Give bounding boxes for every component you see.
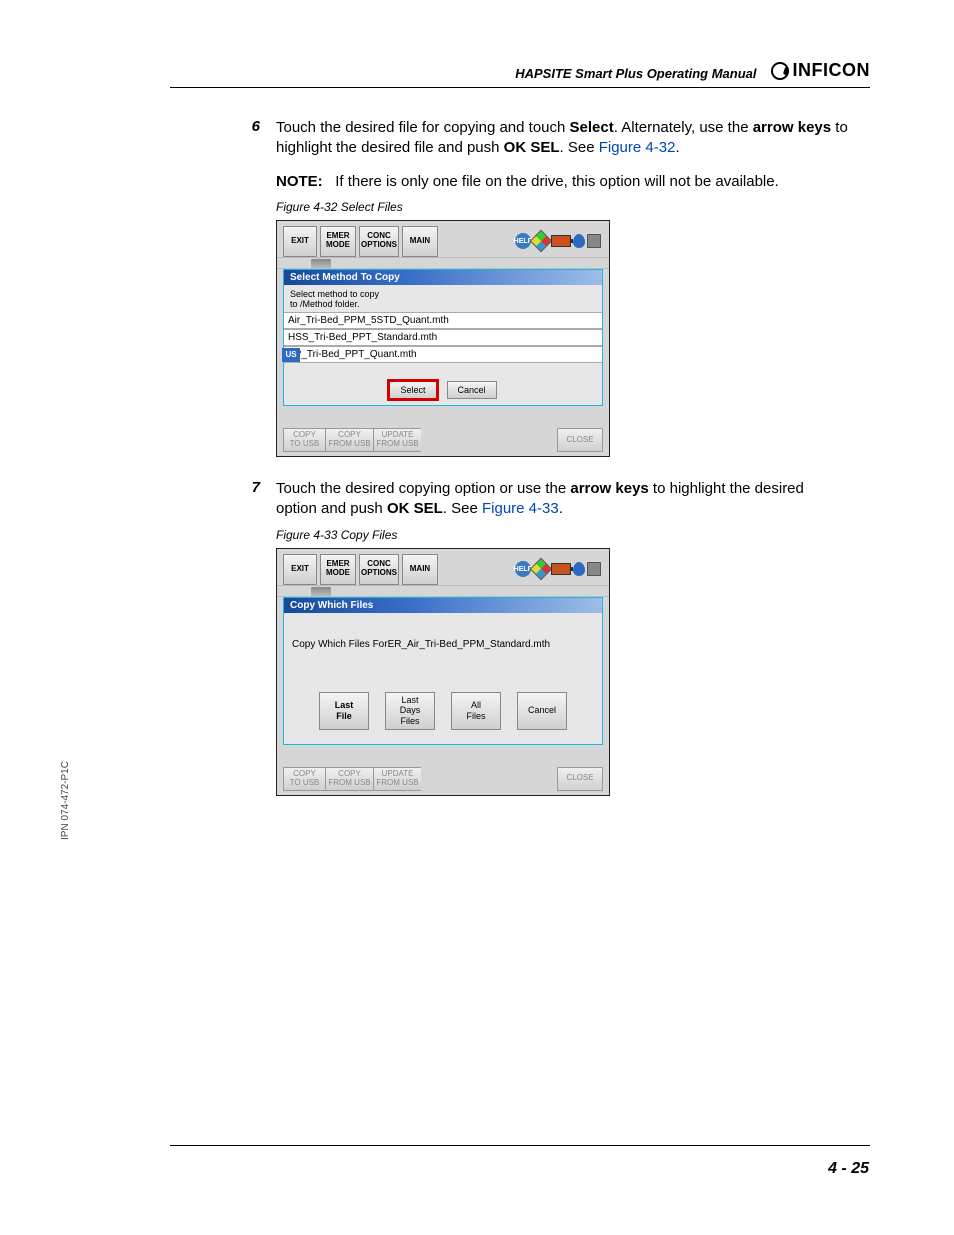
bold: arrow keys	[753, 119, 831, 136]
status-icons: HELP	[441, 554, 603, 585]
cancel-button[interactable]: Cancel	[447, 381, 497, 399]
copy-to-usb-button[interactable]: COPY TO USB	[283, 428, 325, 452]
close-button[interactable]: CLOSE	[557, 767, 603, 791]
text: . See	[443, 500, 482, 517]
figure-4-32-caption: Figure 4-32 Select Files	[276, 200, 848, 214]
file-row[interactable]: HSS_Tri-Bed_PPT_Standard.mth	[284, 329, 602, 346]
all-files-button[interactable]: All Files	[451, 692, 501, 730]
text: .	[559, 500, 563, 517]
bold: OK SEL	[387, 500, 443, 517]
text: Select method to copy	[290, 289, 379, 299]
note-text: If there is only one file on the drive, …	[335, 173, 779, 190]
hazard-diamond-icon	[530, 230, 553, 253]
footer-rule	[170, 1145, 870, 1146]
note-block: NOTE: If there is only one file on the d…	[276, 173, 848, 190]
figure-link-4-33[interactable]: Figure 4-33	[482, 500, 559, 517]
bottom-toolbar: COPY TO USB COPY FROM USB UPDATE FROM US…	[277, 424, 609, 456]
dialog-instruction: Select method to copy to /Method folder.	[284, 285, 602, 313]
last-days-files-button[interactable]: Last Days Files	[385, 692, 435, 730]
step-7: 7 Touch the desired copying option or us…	[248, 479, 848, 520]
dialog-header: Copy Which Files	[284, 598, 602, 613]
text: . See	[560, 139, 599, 156]
status-icons: HELP	[441, 226, 603, 257]
step-6-number: 6	[248, 118, 260, 159]
toolbar-strip	[277, 257, 609, 269]
step-6-text: Touch the desired file for copying and t…	[276, 118, 848, 159]
help-icon[interactable]: HELP	[515, 233, 531, 249]
exit-button[interactable]: EXIT	[283, 226, 317, 257]
copy-from-usb-button[interactable]: COPY FROM USB	[325, 428, 373, 452]
dialog-header: Select Method To Copy	[284, 270, 602, 285]
brand-logo: INFICON	[771, 60, 871, 81]
us-tag: US	[282, 348, 300, 362]
help-icon[interactable]: HELP	[515, 561, 531, 577]
bold: Select	[570, 119, 614, 136]
text: Touch the desired file for copying and t…	[276, 119, 570, 136]
text: to /Method folder.	[290, 299, 360, 309]
main-button[interactable]: MAIN	[402, 226, 438, 257]
close-button[interactable]: CLOSE	[557, 428, 603, 452]
hazard-diamond-icon	[530, 558, 553, 581]
exit-button[interactable]: EXIT	[283, 554, 317, 585]
file-row[interactable]: Air_Tri-Bed_PPM_5STD_Quant.mth	[284, 312, 602, 329]
text: .	[675, 139, 679, 156]
water-drop-icon	[573, 234, 585, 248]
file-row[interactable]: US SP_Tri-Bed_PPT_Quant.mth	[284, 346, 602, 363]
bold: arrow keys	[570, 480, 648, 497]
toolbar-strip	[277, 585, 609, 597]
page-header: HAPSITE Smart Plus Operating Manual INFI…	[170, 60, 870, 88]
water-drop-icon	[573, 562, 585, 576]
figure-4-33-caption: Figure 4-33 Copy Files	[276, 528, 848, 542]
update-from-usb-button[interactable]: UPDATE FROM USB	[373, 428, 421, 452]
copy-from-usb-button[interactable]: COPY FROM USB	[325, 767, 373, 791]
update-from-usb-button[interactable]: UPDATE FROM USB	[373, 767, 421, 791]
status-icon	[587, 562, 601, 576]
select-button[interactable]: Select	[389, 381, 436, 399]
ss-top-toolbar: EXIT EMER MODE CONC OPTIONS MAIN HELP	[277, 549, 609, 585]
step-6: 6 Touch the desired file for copying and…	[248, 118, 848, 159]
note-label: NOTE:	[276, 173, 323, 190]
file-list: Air_Tri-Bed_PPM_5STD_Quant.mth HSS_Tri-B…	[284, 312, 602, 363]
step-7-text: Touch the desired copying option or use …	[276, 479, 848, 520]
side-doc-id: IPN 074-472-P1C	[60, 761, 71, 840]
copy-options-row: Last File Last Days Files All Files Canc…	[284, 678, 602, 744]
figure-4-33-screenshot: EXIT EMER MODE CONC OPTIONS MAIN HELP Co…	[276, 548, 610, 796]
bold: OK SEL	[504, 139, 560, 156]
last-file-button[interactable]: Last File	[319, 692, 369, 730]
battery-icon	[551, 563, 571, 575]
battery-icon	[551, 235, 571, 247]
brand-name: INFICON	[793, 60, 871, 81]
conc-options-button[interactable]: CONC OPTIONS	[359, 554, 399, 585]
text: . Alternately, use the	[614, 119, 753, 136]
figure-4-32-screenshot: EXIT EMER MODE CONC OPTIONS MAIN HELP Se…	[276, 220, 610, 458]
page-number: 4 - 25	[828, 1160, 869, 1178]
dialog-actions: Select Cancel	[284, 363, 602, 405]
cancel-button[interactable]: Cancel	[517, 692, 567, 730]
emer-mode-button[interactable]: EMER MODE	[320, 226, 356, 257]
bottom-toolbar: COPY TO USB COPY FROM USB UPDATE FROM US…	[277, 763, 609, 795]
text: Touch the desired copying option or use …	[276, 480, 570, 497]
copy-to-usb-button[interactable]: COPY TO USB	[283, 767, 325, 791]
step-7-number: 7	[248, 479, 260, 520]
conc-options-button[interactable]: CONC OPTIONS	[359, 226, 399, 257]
manual-title: HAPSITE Smart Plus Operating Manual	[515, 66, 756, 81]
inficon-logo-icon	[771, 62, 789, 80]
ss-top-toolbar: EXIT EMER MODE CONC OPTIONS MAIN HELP	[277, 221, 609, 257]
dialog-prompt: Copy Which Files ForER_Air_Tri-Bed_PPM_S…	[284, 613, 602, 678]
figure-link-4-32[interactable]: Figure 4-32	[599, 139, 676, 156]
status-icon	[587, 234, 601, 248]
file-name: SP_Tri-Bed_PPT_Quant.mth	[288, 349, 417, 360]
main-button[interactable]: MAIN	[402, 554, 438, 585]
emer-mode-button[interactable]: EMER MODE	[320, 554, 356, 585]
